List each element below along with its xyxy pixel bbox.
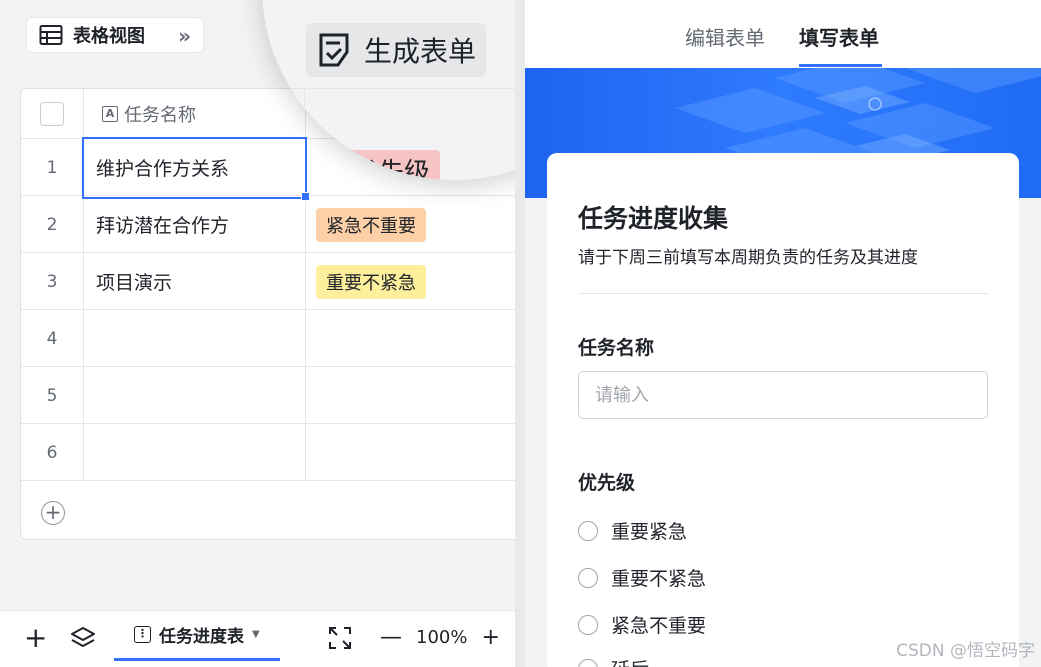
row-number: 5: [21, 367, 84, 424]
task-name-cell[interactable]: 维护合作方关系: [84, 139, 306, 196]
task-name-cell[interactable]: 拜访潜在合作方: [84, 196, 306, 253]
form-divider: [578, 293, 988, 294]
generate-form-button[interactable]: 生成表单: [306, 23, 486, 77]
table-row[interactable]: 2 拜访潜在合作方 紧急不重要: [21, 196, 515, 253]
row-number: 6: [21, 424, 84, 481]
form-tabs: 编辑表单 填写表单: [525, 0, 1041, 68]
priority-option-label: 重要不紧急: [611, 568, 707, 590]
generate-form-label: 生成表单: [364, 35, 477, 68]
table-view-pane: 表格视图 » A 任务名称 1 维护合作方关系 2 拜访潜在合作方 紧急不重要: [0, 0, 515, 667]
priority-cell[interactable]: [306, 367, 515, 424]
radio-circle[interactable]: [578, 614, 598, 635]
add-record-icon[interactable]: +: [41, 500, 65, 525]
magnified-priority-tag: 重优先级: [316, 150, 441, 180]
watermark-text: CSDN @悟空码字: [896, 641, 1035, 661]
row-number: 2: [21, 196, 84, 253]
priority-tag: 重要不紧急: [316, 264, 426, 299]
row-number: 3: [21, 253, 84, 310]
fullscreen-icon[interactable]: [328, 626, 352, 650]
column-header-task-name[interactable]: A 任务名称: [84, 89, 306, 139]
sheet-tab-label: 任务进度表: [159, 627, 244, 647]
magnified-grid-line: [262, 88, 515, 89]
select-all-cell: [21, 89, 84, 139]
table-row[interactable]: 6: [21, 424, 515, 481]
radio-circle[interactable]: [578, 658, 598, 667]
select-all-checkbox[interactable]: [40, 102, 64, 126]
priority-cell[interactable]: [306, 424, 515, 481]
zoom-level: 100%: [416, 627, 468, 648]
pane-divider[interactable]: [515, 0, 525, 667]
priority-tag: 紧急不重要: [316, 207, 426, 242]
tab-edit-form[interactable]: 编辑表单: [685, 22, 765, 51]
form-title: 任务进度收集: [578, 204, 729, 233]
task-name-cell[interactable]: [84, 424, 306, 481]
form-pane: 编辑表单 填写表单 任务进度收集 请于下周三前填写本周期负责的任务及其进度 任务…: [525, 0, 1041, 667]
priority-cell[interactable]: [306, 310, 515, 367]
priority-option-label: 紧急不重要: [611, 615, 707, 637]
column-header-label: 任务名称: [124, 105, 196, 126]
table-grid-icon: [39, 25, 63, 45]
priority-option[interactable]: 延后: [578, 655, 649, 667]
task-name-input[interactable]: [578, 371, 988, 419]
row-number: 4: [21, 310, 84, 367]
view-switcher-button[interactable]: 表格视图 »: [26, 17, 204, 53]
fill-handle[interactable]: [301, 192, 310, 201]
priority-option-label: 延后: [611, 655, 649, 667]
field-label-priority: 优先级: [578, 472, 636, 494]
add-sheet-icon[interactable]: +: [24, 624, 47, 652]
task-name-cell[interactable]: [84, 367, 306, 424]
zoom-in-icon[interactable]: +: [481, 625, 499, 650]
table-row[interactable]: 5: [21, 367, 515, 424]
table-row[interactable]: 4: [21, 310, 515, 367]
text-field-icon: A: [102, 106, 118, 122]
priority-option[interactable]: 紧急不重要: [578, 611, 706, 638]
view-switcher-label: 表格视图: [73, 26, 145, 47]
priority-option[interactable]: 重要紧急: [578, 517, 687, 544]
table-row[interactable]: 3 项目演示 重要不紧急: [21, 253, 515, 310]
task-name-cell[interactable]: [84, 310, 306, 367]
field-label-task-name: 任务名称: [578, 337, 655, 359]
radio-circle[interactable]: [578, 567, 598, 588]
priority-cell[interactable]: 紧急不重要: [306, 196, 515, 253]
magnified-grid-line: [304, 88, 305, 180]
radio-circle[interactable]: [578, 520, 598, 541]
caret-down-icon[interactable]: ▼: [252, 629, 260, 640]
sheet-icon: ⋮: [134, 626, 151, 643]
task-name-cell[interactable]: 项目演示: [84, 253, 306, 310]
active-tab-indicator: [799, 64, 882, 67]
sheet-tab-active[interactable]: ⋮ 任务进度表 ▼: [114, 611, 280, 661]
form-description: 请于下周三前填写本周期负责的任务及其进度: [578, 248, 918, 268]
double-chevron-icon[interactable]: »: [178, 24, 191, 48]
priority-option[interactable]: 重要不紧急: [578, 564, 706, 591]
priority-cell[interactable]: 重要不紧急: [306, 253, 515, 310]
sheet-bottom-bar: + ⋮ 任务进度表 ▼ — 100% +: [0, 610, 515, 667]
row-number: 1: [21, 139, 84, 196]
zoom-out-icon[interactable]: —: [380, 625, 402, 650]
form-card: 任务进度收集 请于下周三前填写本周期负责的任务及其进度 任务名称 优先级 重要紧…: [547, 153, 1019, 667]
priority-option-label: 重要紧急: [611, 521, 688, 543]
form-check-icon: [319, 33, 349, 67]
add-record-row[interactable]: +: [21, 484, 515, 539]
layers-icon[interactable]: [70, 625, 96, 651]
zoom-control: — 100% +: [380, 625, 500, 650]
tab-fill-form[interactable]: 填写表单: [799, 22, 879, 51]
